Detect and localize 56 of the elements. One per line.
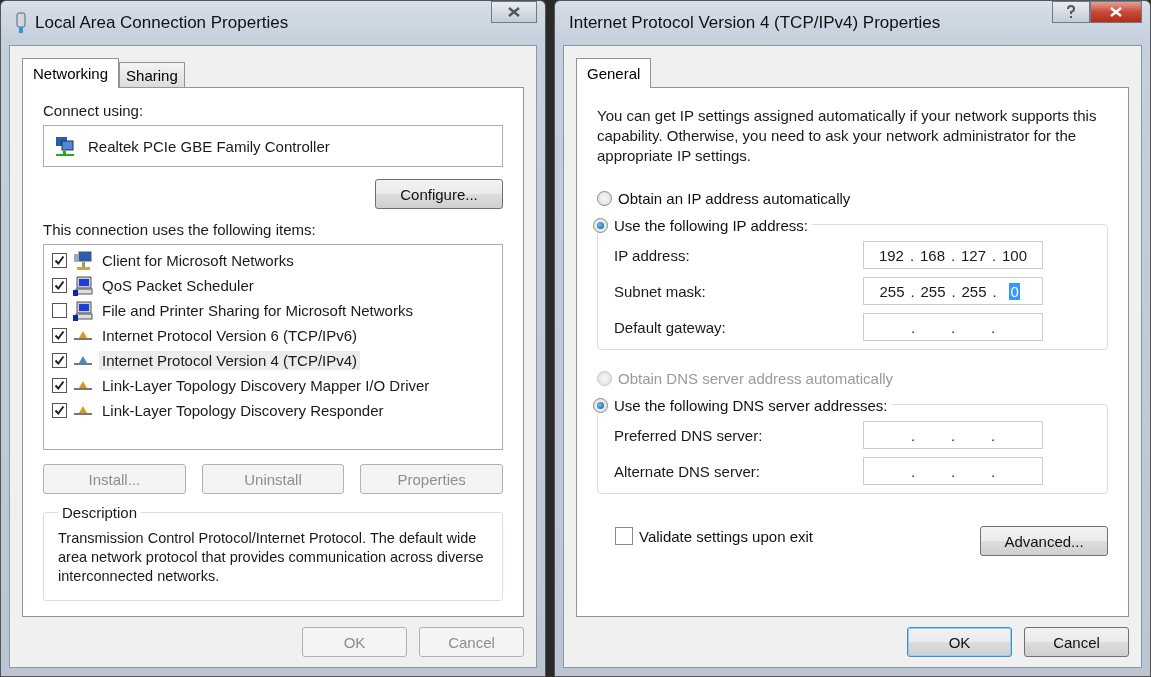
checkbox[interactable] xyxy=(52,278,67,293)
list-item[interactable]: Internet Protocol Version 4 (TCP/IPv4) xyxy=(99,351,361,370)
checkbox[interactable] xyxy=(52,328,67,343)
configure-button[interactable]: Configure... xyxy=(375,179,503,209)
field-label: IP address: xyxy=(614,246,690,264)
network-client-icon xyxy=(73,250,93,271)
dialog-button[interactable]: OK xyxy=(907,627,1012,657)
group-title: Description xyxy=(61,504,139,521)
checkbox[interactable] xyxy=(52,403,67,418)
label: Connect using: xyxy=(43,102,145,119)
field-label: Preferred DNS server: xyxy=(614,426,763,444)
ip-field[interactable]: . . . xyxy=(863,421,1043,449)
ip-field[interactable]: . . . xyxy=(863,457,1043,485)
radio-button[interactable] xyxy=(597,191,612,206)
help-button[interactable] xyxy=(1052,1,1090,23)
window-title: Local Area Connection Properties xyxy=(35,13,290,33)
list-item[interactable]: Link-Layer Topology Discovery Responder xyxy=(99,401,387,420)
close-button[interactable] xyxy=(1090,1,1142,23)
radio-button[interactable] xyxy=(593,218,608,233)
list-item[interactable]: File and Printer Sharing for Microsoft Networks xyxy=(99,301,416,320)
description-text: Transmission Control Protocol/Internet Protocol. The default wide area network protocol that provides communication across diverse interconnected networks. xyxy=(58,529,485,586)
label: This connection uses the following items: xyxy=(43,221,317,238)
checkbox-label[interactable]: Validate settings upon exit xyxy=(639,527,813,545)
field-label: Default gateway: xyxy=(614,318,726,336)
checkbox[interactable] xyxy=(52,253,67,268)
intro-text: You can get IP settings assigned automatically if your network supports this capability. Otherwise, you need to ask your network administrator for the appropriate IP settings. xyxy=(597,106,1098,166)
checkbox[interactable] xyxy=(52,353,67,368)
computer-icon xyxy=(73,300,93,321)
close-icon xyxy=(1110,7,1122,17)
list-item[interactable]: QoS Packet Scheduler xyxy=(99,276,257,295)
field-label: Alternate DNS server: xyxy=(614,462,760,480)
advanced-button[interactable]: Advanced... xyxy=(980,526,1108,556)
ip-field[interactable]: 192 . 168 . 127 . 100 xyxy=(863,241,1043,269)
plug-icon xyxy=(15,12,27,34)
list-item[interactable]: Client for Microsoft Networks xyxy=(99,251,297,270)
field-label: Subnet mask: xyxy=(614,282,706,300)
tab[interactable]: General xyxy=(576,58,652,88)
list-item[interactable]: Internet Protocol Version 6 (TCP/IPv6) xyxy=(99,326,361,345)
network-adapter-icon xyxy=(54,135,76,157)
radio-button[interactable] xyxy=(593,398,608,413)
tab[interactable]: Sharing xyxy=(119,62,185,88)
checkbox[interactable] xyxy=(52,378,67,393)
option-label[interactable]: Obtain an IP address automatically xyxy=(618,190,851,207)
window-title: Internet Protocol Version 4 (TCP/IPv4) Properties xyxy=(569,13,942,33)
adapter-name: Realtek PCIe GBE Family Controller xyxy=(88,137,330,155)
close-button[interactable] xyxy=(491,1,537,23)
help-icon xyxy=(1066,5,1076,19)
checkbox[interactable] xyxy=(52,303,67,318)
dialog-button[interactable]: Cancel xyxy=(1024,627,1129,657)
ip-field[interactable]: . . . xyxy=(863,313,1043,341)
list-item[interactable]: Link-Layer Topology Discovery Mapper I/O Driver xyxy=(99,376,433,395)
checkbox[interactable] xyxy=(615,527,633,545)
computer-icon xyxy=(73,275,93,296)
tab[interactable]: Networking xyxy=(22,58,120,88)
close-icon xyxy=(508,7,520,17)
ip-field[interactable]: 255 . 255 . 255 . 0 xyxy=(863,277,1043,305)
